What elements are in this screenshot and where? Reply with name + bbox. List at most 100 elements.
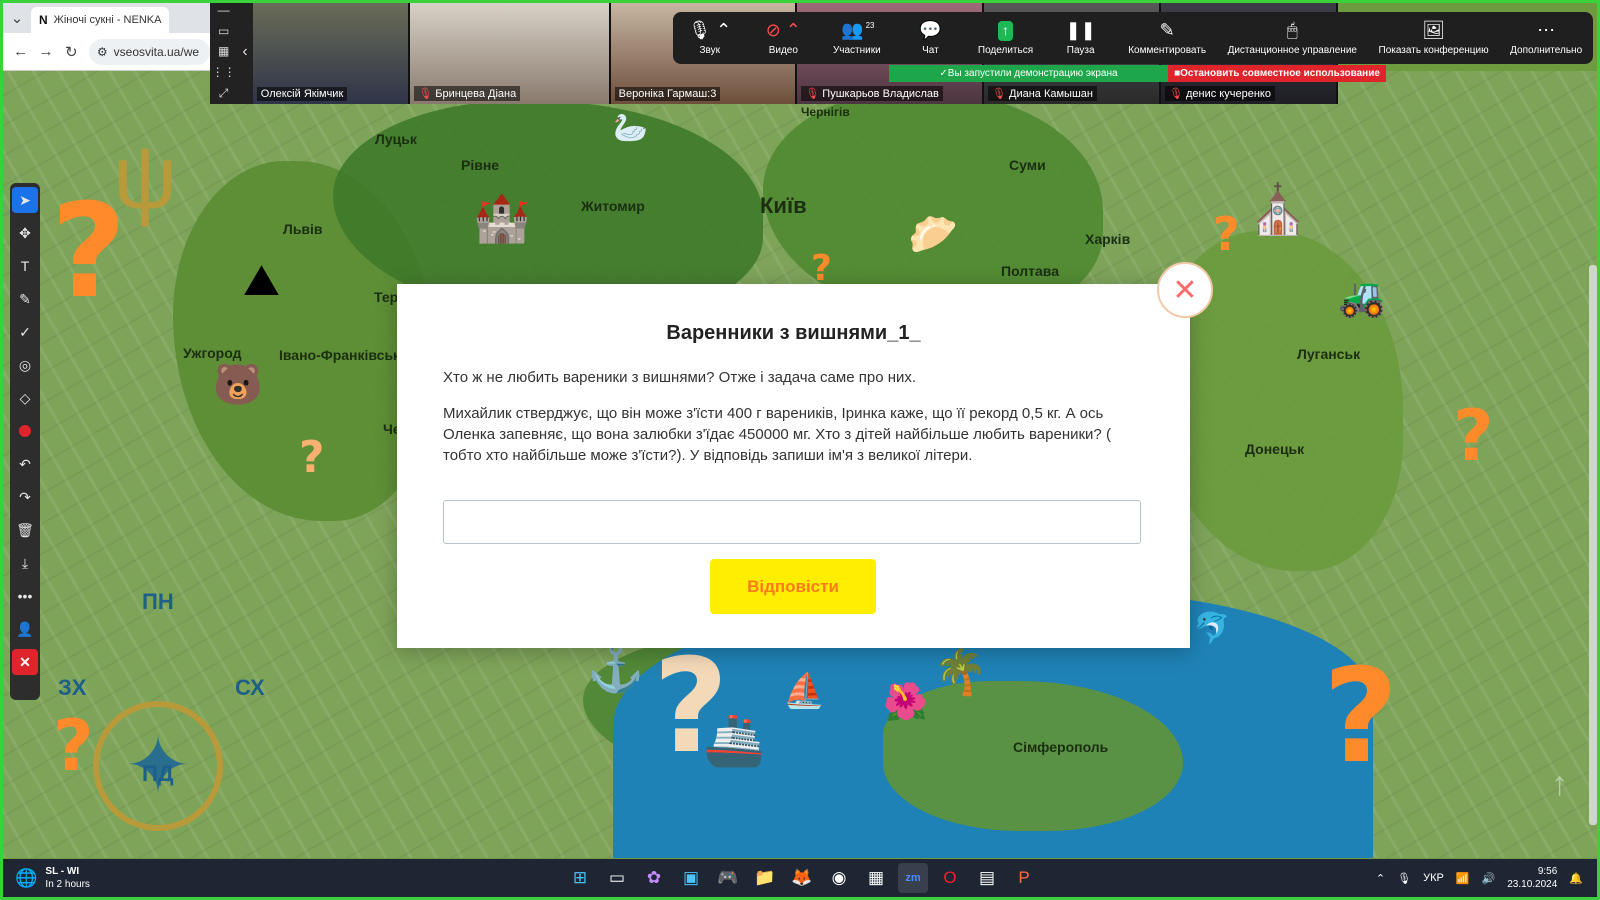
- grid-icon[interactable]: ⋮⋮: [212, 65, 236, 79]
- show-meeting-icon: 🖼: [1422, 19, 1445, 40]
- annotate-button[interactable]: ✎ Комментировать: [1128, 21, 1206, 56]
- compass-south: ПД: [142, 761, 174, 786]
- city-label: Рівне: [461, 157, 500, 173]
- video-tile[interactable]: 🎙 Бринцева Діана: [410, 0, 611, 104]
- calculator-icon: ▦: [867, 868, 885, 887]
- answer-submit-button[interactable]: Відповісти: [710, 559, 876, 614]
- stamp-tool-button[interactable]: ✓: [12, 319, 38, 345]
- forward-icon[interactable]: →: [38, 43, 53, 60]
- chrome-button[interactable]: ◉: [824, 863, 854, 893]
- question-mark-icon: ?: [53, 705, 94, 787]
- compass-north: ПН: [142, 589, 174, 614]
- minimize-icon[interactable]: —: [218, 3, 230, 17]
- tray-microphone-icon[interactable]: 🎙: [1397, 872, 1411, 885]
- show-meeting-button[interactable]: 🖼 Показать конференцию: [1379, 21, 1489, 56]
- undo-button[interactable]: ↶: [12, 451, 38, 477]
- explorer-button[interactable]: 📁: [750, 863, 780, 893]
- opera-button[interactable]: O: [935, 863, 965, 893]
- close-annotation-button[interactable]: ✕: [12, 649, 38, 675]
- start-button[interactable]: ⊞: [565, 863, 595, 893]
- text-tool-button[interactable]: T: [12, 253, 38, 279]
- mic-muted-icon: 🎙: [805, 88, 820, 100]
- video-tile[interactable]: Олексій Якімчик: [252, 0, 411, 104]
- meeting-controls-bar: 🎙 ⌃ Звук ⊘ ⌃ Видео 👥 23 Участники 💬 Чат ↑ Поде…: [673, 12, 1593, 64]
- reload-icon[interactable]: ↻: [64, 43, 79, 61]
- redo-button[interactable]: ↷: [12, 484, 38, 510]
- more-options-button[interactable]: ⋯ Дополнительно: [1510, 21, 1582, 56]
- chat-button[interactable]: 💬 Чат: [904, 21, 956, 56]
- video-button[interactable]: ⊘ ⌃ Видео: [757, 21, 809, 56]
- tab-list-chevron-icon[interactable]: ⌄: [9, 9, 25, 27]
- powerpoint-button[interactable]: P: [1009, 863, 1039, 893]
- store-button[interactable]: ▣: [676, 863, 706, 893]
- eraser-tool-button[interactable]: ◇: [12, 385, 38, 411]
- stop-share-button[interactable]: ■ Остановить совместное использование: [1168, 65, 1386, 82]
- expand-icon[interactable]: ⤢: [219, 86, 229, 101]
- share-button[interactable]: ↑ Поделиться: [978, 20, 1033, 56]
- dolphin-icon: 🐬: [1193, 612, 1231, 645]
- audio-button[interactable]: 🎙 ⌃ Звук: [684, 21, 736, 56]
- color-tool-button[interactable]: [12, 418, 38, 444]
- stork-icon: 🦢: [613, 112, 648, 143]
- back-icon[interactable]: ←: [13, 43, 28, 60]
- url-field[interactable]: ⚙ vseosvita.ua/we: [88, 38, 211, 65]
- answer-input[interactable]: [443, 500, 1141, 544]
- more-button[interactable]: •••: [12, 583, 38, 609]
- language-indicator[interactable]: УКР: [1423, 872, 1444, 884]
- select-tool-button[interactable]: ➤: [12, 187, 38, 213]
- clock-date: 23.10.2024: [1507, 879, 1558, 890]
- zoom-button[interactable]: zm: [898, 863, 928, 893]
- tractor-icon: 🚜: [1338, 277, 1386, 319]
- sailboat-icon: ⛵: [783, 672, 826, 710]
- delete-icon: 🗑: [16, 521, 34, 538]
- tray-expand-icon[interactable]: ⌃: [1376, 872, 1385, 885]
- browser-tab[interactable]: N Жіночі сукні - NENKA: [31, 7, 170, 33]
- firefox-icon: 🦊: [791, 868, 813, 887]
- city-label: Львів: [283, 221, 323, 237]
- participant-name: 🎙 Бринцева Діана: [414, 86, 521, 101]
- page-scrollbar[interactable]: [1589, 265, 1597, 825]
- question-mark-icon: ?: [1213, 207, 1240, 261]
- pen-icon: ✎: [19, 290, 31, 307]
- calculator-button[interactable]: ▦: [861, 863, 891, 893]
- firefox-button[interactable]: 🦊: [787, 863, 817, 893]
- notification-bell-icon[interactable]: 🔔: [1569, 872, 1583, 885]
- participant-name: 🎙 Пушкарьов Владислав: [801, 86, 943, 101]
- tab-title: Жіночі сукні - NENKA: [53, 14, 162, 26]
- participant-name: Вероніка Гармаш:3: [614, 87, 721, 101]
- weather-widget[interactable]: 🌐 SL - WI In 2 hours: [3, 865, 315, 891]
- scroll-up-arrow-icon[interactable]: ↑: [1551, 765, 1568, 804]
- copilot-icon: ✿: [646, 868, 662, 887]
- spotlight-tool-button[interactable]: ◎: [12, 352, 38, 378]
- speaker-view-icon[interactable]: ▭: [218, 24, 229, 38]
- participants-button[interactable]: 👥 23 Участники: [831, 21, 883, 56]
- remote-control-button[interactable]: 🖱 Дистанционное управление: [1228, 21, 1357, 56]
- browser-address-bar: ← → ↻ ⚙ vseosvita.ua/we: [3, 33, 211, 71]
- city-label: Луганськ: [1297, 346, 1361, 362]
- modal-close-button[interactable]: ✕: [1157, 262, 1213, 318]
- teams-button[interactable]: ▤: [972, 863, 1002, 893]
- volume-icon[interactable]: 🔊: [1482, 872, 1496, 885]
- participant-name: 🎙 денис кучеренко: [1165, 86, 1275, 101]
- delete-button[interactable]: 🗑: [12, 517, 38, 543]
- copilot-button[interactable]: ✿: [639, 863, 669, 893]
- clock[interactable]: 9:56 23.10.2024: [1507, 865, 1557, 891]
- gallery-prev-icon[interactable]: ‹: [237, 0, 253, 104]
- taskbar-apps: ⊞ ▭ ✿ ▣ 🎮 📁 🦊 ◉ ▦ zm O ▤ P: [565, 863, 1039, 893]
- gallery-view-icon[interactable]: ▦: [218, 44, 229, 58]
- pen-tool-button[interactable]: ✎: [12, 286, 38, 312]
- site-info-icon[interactable]: ⚙: [97, 45, 108, 59]
- url-text: vseosvita.ua/we: [113, 44, 200, 59]
- participant-annotate-button[interactable]: 👤: [12, 616, 38, 642]
- annotation-toolbar: ➤ ✥ T ✎ ✓ ◎ ◇ ↶ ↷ 🗑 ⤓ ••• 👤 ✕: [10, 183, 40, 700]
- task-view-button[interactable]: ▭: [602, 863, 632, 893]
- move-tool-button[interactable]: ✥: [12, 220, 38, 246]
- save-button[interactable]: ⤓: [12, 550, 38, 576]
- chrome-icon: ◉: [831, 868, 847, 887]
- participant-icon: 👤: [16, 620, 34, 637]
- games-button[interactable]: 🎮: [713, 863, 743, 893]
- modal-paragraph-task: Михайлик стверджує, що він може з'їсти 4…: [443, 405, 1111, 464]
- wifi-icon[interactable]: 📶: [1456, 872, 1470, 885]
- city-label: Тер: [374, 289, 399, 305]
- pause-share-button[interactable]: ❚❚ Пауза: [1055, 21, 1107, 56]
